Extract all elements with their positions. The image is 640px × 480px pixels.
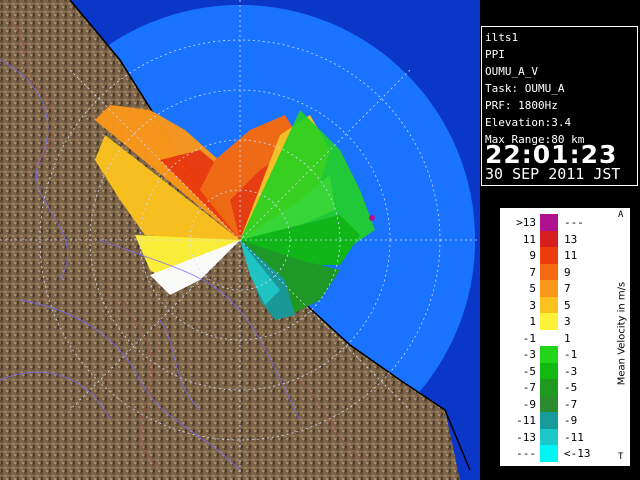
legend-low-label: 11: [522, 232, 536, 246]
legend-high-label: 5: [564, 298, 571, 312]
prf-value: PRF: 1800Hz: [485, 99, 558, 112]
legend-low-label: -13: [516, 430, 536, 444]
legend-swatch: [540, 428, 558, 446]
legend-high-label: -9: [564, 414, 578, 427]
velocity-legend: >13 --- 11 13 9 11 7 9 5 7 3 5 1 3 -1 1 -3 -1 -5 -3 -7 -5 -9 -7…: [500, 208, 630, 466]
legend-high-label: -11: [564, 430, 584, 444]
legend-title-text: Mean Velocity in m/s: [616, 281, 628, 386]
legend-low-label: 3: [529, 298, 536, 312]
site-name: ilts1: [485, 31, 519, 44]
legend-low-label: -9: [522, 397, 536, 411]
legend-high-label: 9: [564, 265, 571, 279]
legend-swatch: [540, 395, 558, 413]
legend-high-label: -1: [564, 348, 578, 361]
legend-low-label: 5: [529, 282, 536, 295]
scan-info-box: ilts1 PPI OUMU_A_V Task: OUMU_A PRF: 180…: [481, 26, 638, 186]
legend-swatch: [540, 329, 558, 347]
legend-swatch: [540, 412, 558, 429]
legend-low-label: -3: [522, 348, 536, 361]
legend-high-label: 3: [564, 315, 571, 328]
legend-low-label: 9: [529, 249, 536, 262]
legend-low-label: -7: [522, 381, 536, 394]
legend-swatch: [540, 445, 558, 462]
legend-high-label: <-13: [564, 447, 591, 460]
scan-type: PPI: [485, 48, 505, 61]
legend-low-label: -11: [516, 414, 536, 427]
product-name: OUMU_A_V: [485, 65, 538, 78]
legend-high-label: 1: [564, 331, 571, 345]
legend-swatch: [540, 280, 558, 297]
legend-high-label: -5: [564, 381, 578, 394]
legend-swatch: [540, 379, 558, 396]
legend-low-label: 7: [529, 265, 536, 279]
legend-swatch: [540, 313, 558, 330]
legend-high-label: ---: [564, 216, 584, 229]
legend-swatch: [540, 263, 558, 281]
legend-low-label: ---: [516, 447, 536, 460]
legend-high-label: 11: [564, 249, 578, 262]
legend-low-label: -5: [522, 364, 536, 378]
legend-swatch: [540, 230, 558, 248]
task-name: Task: OUMU_A: [485, 82, 565, 95]
legend-swatch: [540, 296, 558, 314]
elevation-value: Elevation:3.4: [485, 116, 572, 129]
legend-low-label: >13: [516, 216, 536, 229]
legend-high-label: -3: [564, 364, 578, 378]
radar-ppi-map[interactable]: [0, 0, 480, 480]
legend-corner-bottom: T: [618, 452, 624, 462]
legend-title: Mean Velocity in m/s: [612, 228, 628, 448]
legend-low-label: 1: [529, 315, 536, 328]
legend-high-label: 13: [564, 232, 578, 246]
legend-swatch: [540, 346, 558, 363]
radar-map-graphic: [0, 0, 480, 480]
legend-low-label: -1: [522, 331, 536, 345]
legend-corner-top: A: [618, 210, 624, 220]
legend-high-label: -7: [564, 397, 578, 411]
scan-date: 30 SEP 2011 JST: [485, 165, 621, 183]
legend-high-label: 7: [564, 282, 571, 295]
legend-swatch: [540, 362, 558, 380]
legend-swatch: [540, 247, 558, 264]
legend-swatch: [540, 214, 558, 231]
